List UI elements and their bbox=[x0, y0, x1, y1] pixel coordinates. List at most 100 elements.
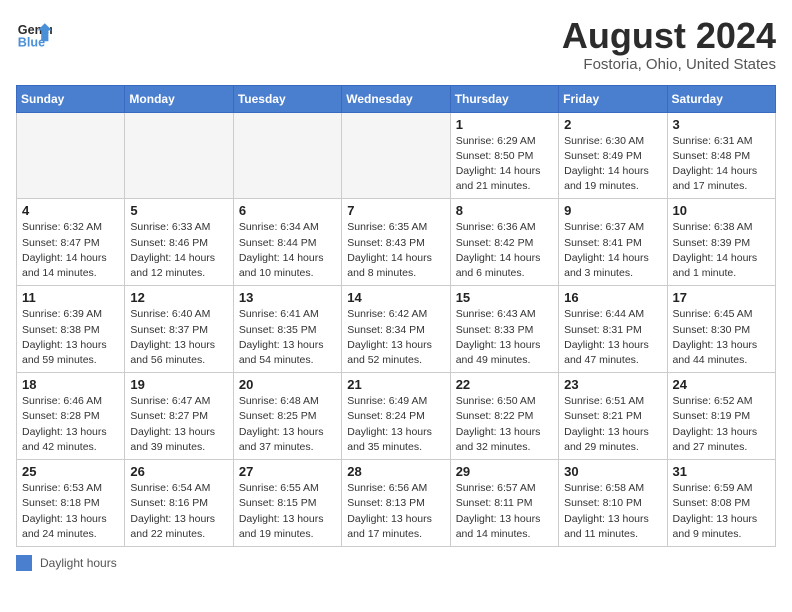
day-number: 24 bbox=[673, 377, 770, 392]
day-info: Sunrise: 6:56 AM Sunset: 8:13 PM Dayligh… bbox=[347, 481, 444, 542]
day-info: Sunrise: 6:45 AM Sunset: 8:30 PM Dayligh… bbox=[673, 307, 770, 368]
day-number: 11 bbox=[22, 290, 119, 305]
table-row: 23Sunrise: 6:51 AM Sunset: 8:21 PM Dayli… bbox=[559, 373, 667, 460]
table-row: 31Sunrise: 6:59 AM Sunset: 8:08 PM Dayli… bbox=[667, 460, 775, 547]
calendar-day-header: Friday bbox=[559, 85, 667, 112]
day-info: Sunrise: 6:59 AM Sunset: 8:08 PM Dayligh… bbox=[673, 481, 770, 542]
day-number: 17 bbox=[673, 290, 770, 305]
day-info: Sunrise: 6:36 AM Sunset: 8:42 PM Dayligh… bbox=[456, 220, 553, 281]
day-number: 29 bbox=[456, 464, 553, 479]
day-info: Sunrise: 6:57 AM Sunset: 8:11 PM Dayligh… bbox=[456, 481, 553, 542]
table-row: 2Sunrise: 6:30 AM Sunset: 8:49 PM Daylig… bbox=[559, 112, 667, 199]
day-number: 16 bbox=[564, 290, 661, 305]
table-row: 8 Sunrise: 6:36 AM Sunset: 8:42 PM Daylig… bbox=[450, 199, 558, 286]
day-info: Sunrise: 6:31 AM Sunset: 8:48 PM Dayligh… bbox=[673, 134, 770, 195]
day-info: Sunrise: 6:52 AM Sunset: 8:19 PM Dayligh… bbox=[673, 394, 770, 455]
logo-icon: General Blue bbox=[16, 16, 52, 52]
day-info: Sunrise: 6:58 AM Sunset: 8:10 PM Dayligh… bbox=[564, 481, 661, 542]
footer: Daylight hours bbox=[16, 555, 776, 571]
legend-label: Daylight hours bbox=[40, 556, 117, 570]
day-number: 1 bbox=[456, 117, 553, 132]
day-info: Sunrise: 6:42 AM Sunset: 8:34 PM Dayligh… bbox=[347, 307, 444, 368]
day-number: 21 bbox=[347, 377, 444, 392]
day-info: Sunrise: 6:50 AM Sunset: 8:22 PM Dayligh… bbox=[456, 394, 553, 455]
calendar-day-header: Sunday bbox=[17, 85, 125, 112]
day-number: 23 bbox=[564, 377, 661, 392]
day-info: Sunrise: 6:38 AM Sunset: 8:39 PM Dayligh… bbox=[673, 220, 770, 281]
table-row: 20Sunrise: 6:48 AM Sunset: 8:25 PM Dayli… bbox=[233, 373, 341, 460]
day-number: 22 bbox=[456, 377, 553, 392]
table-row: 10 Sunrise: 6:38 AM Sunset: 8:39 PM Dayli… bbox=[667, 199, 775, 286]
page-header: General Blue August 2024 Fostoria, Ohio,… bbox=[16, 16, 776, 73]
day-info: Sunrise: 6:37 AM Sunset: 8:41 PM Dayligh… bbox=[564, 220, 661, 281]
calendar-table: SundayMondayTuesdayWednesdayThursdayFrid… bbox=[16, 85, 776, 547]
day-info: Sunrise: 6:35 AM Sunset: 8:43 PM Dayligh… bbox=[347, 220, 444, 281]
legend-box bbox=[16, 555, 32, 571]
table-row bbox=[125, 112, 233, 199]
day-info: Sunrise: 6:54 AM Sunset: 8:16 PM Dayligh… bbox=[130, 481, 227, 542]
table-row: 6 Sunrise: 6:34 AM Sunset: 8:44 PM Daylig… bbox=[233, 199, 341, 286]
table-row: 18Sunrise: 6:46 AM Sunset: 8:28 PM Dayli… bbox=[17, 373, 125, 460]
table-row: 19Sunrise: 6:47 AM Sunset: 8:27 PM Dayli… bbox=[125, 373, 233, 460]
calendar-week-row: 1Sunrise: 6:29 AM Sunset: 8:50 PM Daylig… bbox=[17, 112, 776, 199]
calendar-day-header: Thursday bbox=[450, 85, 558, 112]
day-info: Sunrise: 6:55 AM Sunset: 8:15 PM Dayligh… bbox=[239, 481, 336, 542]
day-number: 14 bbox=[347, 290, 444, 305]
table-row: 4Sunrise: 6:32 AM Sunset: 8:47 PM Daylig… bbox=[17, 199, 125, 286]
day-info: Sunrise: 6:44 AM Sunset: 8:31 PM Dayligh… bbox=[564, 307, 661, 368]
table-row: 12Sunrise: 6:40 AM Sunset: 8:37 PM Dayli… bbox=[125, 286, 233, 373]
table-row: 21 Sunrise: 6:49 AM Sunset: 8:24 PM Dayli… bbox=[342, 373, 450, 460]
day-number: 28 bbox=[347, 464, 444, 479]
table-row: 24 Sunrise: 6:52 AM Sunset: 8:19 PM Dayli… bbox=[667, 373, 775, 460]
day-info: Sunrise: 6:46 AM Sunset: 8:28 PM Dayligh… bbox=[22, 394, 119, 455]
day-number: 3 bbox=[673, 117, 770, 132]
calendar-week-row: 25 Sunrise: 6:53 AM Sunset: 8:18 PM Dayli… bbox=[17, 460, 776, 547]
location: Fostoria, Ohio, United States bbox=[562, 56, 776, 73]
calendar-header-row: SundayMondayTuesdayWednesdayThursdayFrid… bbox=[17, 85, 776, 112]
day-number: 4 bbox=[22, 203, 119, 218]
table-row: 9 Sunrise: 6:37 AM Sunset: 8:41 PM Daylig… bbox=[559, 199, 667, 286]
day-number: 9 bbox=[564, 203, 661, 218]
day-info: Sunrise: 6:49 AM Sunset: 8:24 PM Dayligh… bbox=[347, 394, 444, 455]
day-number: 10 bbox=[673, 203, 770, 218]
calendar-day-header: Wednesday bbox=[342, 85, 450, 112]
day-number: 5 bbox=[130, 203, 227, 218]
calendar-week-row: 4Sunrise: 6:32 AM Sunset: 8:47 PM Daylig… bbox=[17, 199, 776, 286]
table-row: 30 Sunrise: 6:58 AM Sunset: 8:10 PM Dayli… bbox=[559, 460, 667, 547]
table-row bbox=[17, 112, 125, 199]
table-row: 29 Sunrise: 6:57 AM Sunset: 8:11 PM Dayli… bbox=[450, 460, 558, 547]
calendar-week-row: 11 Sunrise: 6:39 AM Sunset: 8:38 PM Dayli… bbox=[17, 286, 776, 373]
day-info: Sunrise: 6:48 AM Sunset: 8:25 PM Dayligh… bbox=[239, 394, 336, 455]
day-info: Sunrise: 6:39 AM Sunset: 8:38 PM Dayligh… bbox=[22, 307, 119, 368]
day-info: Sunrise: 6:30 AM Sunset: 8:49 PM Dayligh… bbox=[564, 134, 661, 195]
day-number: 6 bbox=[239, 203, 336, 218]
table-row: 3 Sunrise: 6:31 AM Sunset: 8:48 PM Daylig… bbox=[667, 112, 775, 199]
month-title: August 2024 bbox=[562, 16, 776, 56]
day-number: 15 bbox=[456, 290, 553, 305]
table-row: 28 Sunrise: 6:56 AM Sunset: 8:13 PM Dayli… bbox=[342, 460, 450, 547]
table-row: 14 Sunrise: 6:42 AM Sunset: 8:34 PM Dayli… bbox=[342, 286, 450, 373]
day-number: 25 bbox=[22, 464, 119, 479]
day-info: Sunrise: 6:40 AM Sunset: 8:37 PM Dayligh… bbox=[130, 307, 227, 368]
calendar-day-header: Monday bbox=[125, 85, 233, 112]
day-info: Sunrise: 6:34 AM Sunset: 8:44 PM Dayligh… bbox=[239, 220, 336, 281]
day-number: 7 bbox=[347, 203, 444, 218]
table-row: 16 Sunrise: 6:44 AM Sunset: 8:31 PM Dayli… bbox=[559, 286, 667, 373]
table-row bbox=[233, 112, 341, 199]
day-number: 30 bbox=[564, 464, 661, 479]
day-number: 26 bbox=[130, 464, 227, 479]
table-row: 11 Sunrise: 6:39 AM Sunset: 8:38 PM Dayli… bbox=[17, 286, 125, 373]
table-row: 26 Sunrise: 6:54 AM Sunset: 8:16 PM Dayli… bbox=[125, 460, 233, 547]
day-number: 8 bbox=[456, 203, 553, 218]
day-info: Sunrise: 6:43 AM Sunset: 8:33 PM Dayligh… bbox=[456, 307, 553, 368]
table-row: 5 Sunrise: 6:33 AM Sunset: 8:46 PM Daylig… bbox=[125, 199, 233, 286]
day-info: Sunrise: 6:53 AM Sunset: 8:18 PM Dayligh… bbox=[22, 481, 119, 542]
logo: General Blue bbox=[16, 16, 52, 52]
day-info: Sunrise: 6:41 AM Sunset: 8:35 PM Dayligh… bbox=[239, 307, 336, 368]
calendar-day-header: Tuesday bbox=[233, 85, 341, 112]
day-info: Sunrise: 6:33 AM Sunset: 8:46 PM Dayligh… bbox=[130, 220, 227, 281]
table-row: 1Sunrise: 6:29 AM Sunset: 8:50 PM Daylig… bbox=[450, 112, 558, 199]
day-number: 13 bbox=[239, 290, 336, 305]
table-row: 22 Sunrise: 6:50 AM Sunset: 8:22 PM Dayli… bbox=[450, 373, 558, 460]
table-row bbox=[342, 112, 450, 199]
